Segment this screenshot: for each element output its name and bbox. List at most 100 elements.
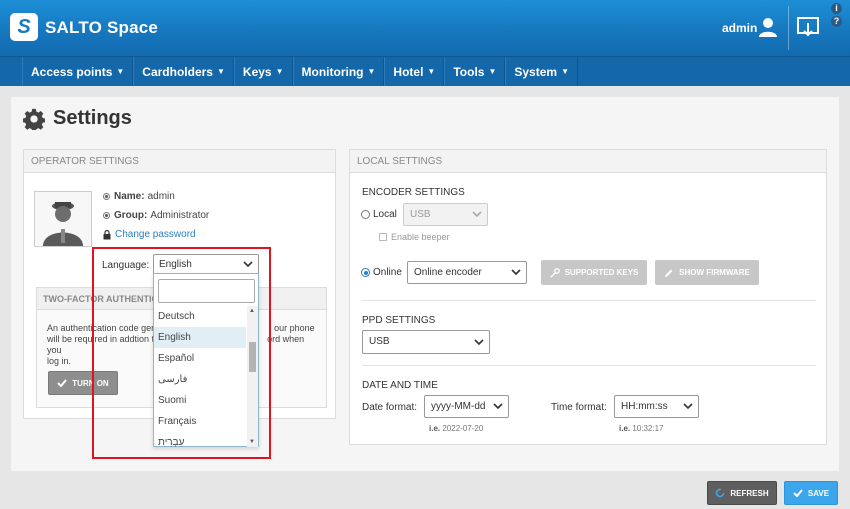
time-format-example: i.e. 10:32:17 [619,424,664,433]
gear-icon [23,108,45,130]
lock-icon [103,229,111,239]
nav-label: Keys [242,64,272,79]
chevron-down-icon: ▼ [367,67,376,76]
time-format-value: HH:mm:ss [621,401,668,412]
online-encoder-value: Online encoder [414,267,482,278]
save-button[interactable]: SAVE [784,481,838,505]
chevron-down-icon [474,339,484,346]
nav-label: Tools [453,64,485,79]
refresh-button[interactable]: REFRESH [707,481,777,505]
top-header: S SALTO Space admin i ? [0,0,850,56]
date-format-value: yyyy-MM-dd [431,401,486,412]
hint-label: i.e. [619,424,631,433]
nav-monitoring[interactable]: Monitoring ▼ [292,57,385,86]
local-radio[interactable] [361,210,370,219]
operator-group: Group: Administrator [103,210,209,221]
bullet [103,212,110,219]
avatar [34,191,92,247]
local-label: Local [373,209,397,220]
supported-keys-label: SUPPORTED KEYS [564,268,639,277]
operator-name: Name: admin [103,191,175,202]
nav-label: Monitoring [301,64,364,79]
show-firmware-label: SHOW FIRMWARE [679,268,750,277]
time-hint-value: 10:32:17 [632,424,664,433]
chevron-down-icon [493,403,503,410]
nav-label: System [514,64,558,79]
page-title: Settings [23,107,132,130]
change-password-link[interactable]: Change password [103,229,196,240]
supported-keys-button[interactable]: SUPPORTED KEYS [541,260,647,285]
group-value: Administrator [150,210,210,221]
save-label: SAVE [807,488,830,498]
divider [362,300,816,301]
show-firmware-button[interactable]: SHOW FIRMWARE [655,260,759,285]
time-format-select[interactable]: HH:mm:ss [614,395,699,418]
nav-label: Hotel [393,64,424,79]
local-encoder-select[interactable]: USB [403,203,488,226]
brand-name: SALTO Space [45,18,159,37]
divider [362,365,816,366]
user-icon[interactable] [757,16,779,38]
main-nav: Access points ▼ Cardholders ▼ Keys ▼ Monito… [0,56,850,86]
page-title-text: Settings [53,107,132,129]
chevron-down-icon [683,403,693,410]
key-icon [550,267,560,278]
local-settings-heading: LOCAL SETTINGS [350,150,826,173]
date-format-select[interactable]: yyyy-MM-dd [424,395,509,418]
online-encoder-select[interactable]: Online encoder [407,261,527,284]
nav-label: Cardholders [142,64,213,79]
nav-access-points[interactable]: Access points ▼ [22,57,134,86]
logout-icon[interactable] [796,15,820,39]
change-password-text[interactable]: Change password [115,229,196,240]
ppd-settings-heading: PPD SETTINGS [362,315,436,326]
date-hint-value: 2022-07-20 [442,424,484,433]
ppd-value: USB [369,336,390,347]
refresh-label: REFRESH [730,488,769,498]
chevron-down-icon: ▼ [216,67,225,76]
name-value: admin [147,191,175,202]
chevron-down-icon [511,269,521,276]
refresh-icon [716,488,725,498]
bullet [103,193,110,200]
enable-beeper-label: Enable beeper [391,232,450,242]
date-format-label: Date format: [362,402,418,413]
operator-settings-heading: OPERATOR SETTINGS [24,150,335,173]
time-format-label: Time format: [551,402,607,413]
info-icon[interactable]: i [831,3,842,14]
highlight-annotation [92,247,271,459]
local-encoder-value: USB [410,209,431,220]
logo-letter: S [17,16,31,38]
check-icon [57,379,68,387]
encoder-settings-heading: ENCODER SETTINGS [362,187,465,198]
nav-hotel[interactable]: Hotel ▼ [384,57,445,86]
chevron-down-icon: ▼ [427,67,436,76]
chevron-down-icon: ▼ [116,67,125,76]
chevron-down-icon: ▼ [488,67,497,76]
salto-logo: S [10,13,38,41]
nav-label: Access points [31,64,113,79]
check-icon [793,489,803,497]
nav-system[interactable]: System ▼ [505,57,578,86]
operator-avatar-icon [43,202,83,246]
enable-beeper-checkbox[interactable] [379,233,387,241]
date-time-heading: DATE AND TIME [362,380,438,391]
online-radio[interactable] [361,268,370,277]
chevron-down-icon: ▼ [275,67,284,76]
nav-keys[interactable]: Keys ▼ [233,57,293,86]
ppd-select[interactable]: USB [362,330,490,354]
pencil-icon [665,269,673,277]
name-label: Name: [114,191,145,202]
local-settings-panel: LOCAL SETTINGS ENCODER SETTINGS Local US… [349,149,827,445]
chevron-down-icon: ▼ [561,67,569,76]
hint-label: i.e. [429,424,441,433]
nav-tools[interactable]: Tools ▼ [444,57,506,86]
group-label: Group: [114,210,148,221]
date-format-example: i.e. 2022-07-20 [429,424,483,433]
nav-cardholders[interactable]: Cardholders ▼ [133,57,234,86]
chevron-down-icon [472,211,482,218]
user-name[interactable]: admin [722,21,757,35]
tfa-text: our phone [274,323,315,333]
online-label: Online [373,267,402,278]
header-divider [788,6,789,50]
help-icon[interactable]: ? [831,16,842,27]
